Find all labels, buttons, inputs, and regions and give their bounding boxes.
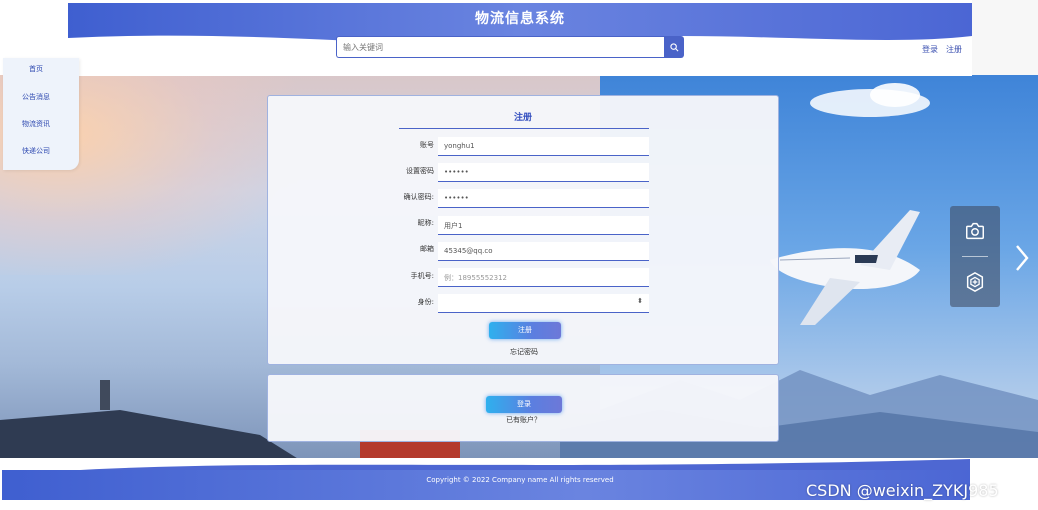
copyright-text: Copyright © 2022 Company name All rights…: [426, 476, 614, 484]
camera-icon: [966, 222, 984, 240]
register-panel: 注册 账号 yonghu1 设置密码 •••••• 确认密码: •••••• 昵…: [267, 95, 779, 365]
site-title: 物流信息系统: [475, 11, 565, 27]
search-icon: [669, 42, 678, 51]
nickname-label: 昵称:: [417, 219, 434, 227]
search-button[interactable]: [664, 36, 684, 58]
register-title: 注册: [513, 113, 532, 123]
account-input[interactable]: yonghu1: [438, 137, 649, 156]
header-right-blank: [972, 0, 1038, 75]
register-submit-button[interactable]: 注册: [489, 322, 561, 339]
login-panel: 登录 已有账户？: [267, 374, 779, 442]
password-label: 设置密码: [406, 167, 434, 175]
account-label: 账号: [420, 141, 434, 149]
confirm-password-label: 确认密码:: [403, 193, 434, 201]
cloud-illustration: [810, 83, 930, 117]
page: 物流信息系统 登录 注册 首页 公告消息 物流资讯 快递公司 注册 账号 yon…: [0, 0, 1038, 510]
title-divider: [399, 128, 649, 129]
have-account-link[interactable]: 已有账户？: [506, 415, 541, 425]
phone-label: 手机号:: [410, 272, 434, 280]
login-link[interactable]: 登录: [922, 44, 938, 55]
password-input[interactable]: ••••••: [438, 163, 649, 182]
confirm-password-input[interactable]: ••••••: [438, 189, 649, 208]
watermark-text: CSDN @weixin_ZYKJ985: [806, 481, 999, 500]
screenshot-button[interactable]: [950, 206, 1000, 256]
sidebar-item-announcements[interactable]: 公告消息: [3, 92, 69, 102]
email-input[interactable]: 45345@qq.co: [438, 242, 649, 261]
register-link[interactable]: 注册: [946, 44, 962, 55]
chevron-right-icon: [1016, 245, 1029, 271]
nickname-input[interactable]: 用户1: [438, 216, 649, 235]
role-select[interactable]: ⬍: [438, 294, 649, 313]
login-button[interactable]: 登录: [486, 396, 562, 413]
floating-toolbar: [950, 206, 1000, 307]
sidebar: 首页 公告消息 物流资讯 快递公司: [3, 58, 79, 170]
sidebar-item-logistics-news[interactable]: 物流资讯: [3, 119, 69, 129]
next-slide-button[interactable]: [1010, 240, 1034, 276]
email-label: 邮箱: [420, 245, 434, 253]
forgot-password-link[interactable]: 忘记密码: [510, 347, 538, 357]
sidebar-item-home[interactable]: 首页: [3, 64, 69, 74]
search-input[interactable]: [336, 36, 665, 58]
role-label: 身份:: [417, 298, 434, 306]
shield-plus-icon: [966, 271, 984, 293]
phone-input[interactable]: 例：18955552312: [438, 268, 649, 287]
shield-button[interactable]: [950, 257, 1000, 307]
airplane-illustration: [770, 210, 920, 325]
sidebar-item-courier-companies[interactable]: 快递公司: [3, 146, 69, 156]
select-arrow-icon: ⬍: [637, 297, 643, 305]
